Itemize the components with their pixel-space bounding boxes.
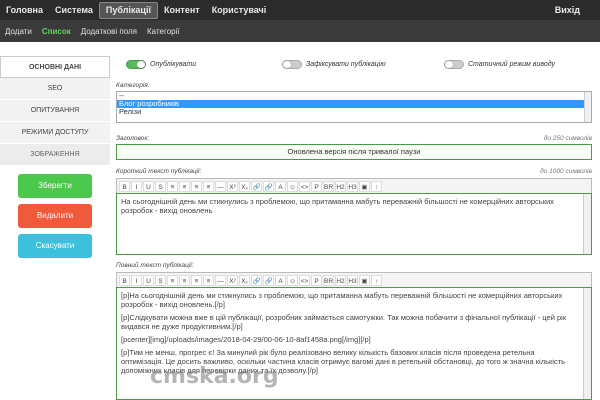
image-icon[interactable]: ▣ xyxy=(359,274,370,286)
short-text-hint: до 1000 символів xyxy=(540,168,592,175)
unlink-icon[interactable]: 🔗 xyxy=(263,180,274,192)
full-text-paragraph: [p]На сьогоднішній день ми стикнулись з … xyxy=(121,291,563,309)
toggle-row: Опублікувати Зафіксувати публікацію Стат… xyxy=(116,60,592,74)
italic-button[interactable]: I xyxy=(131,180,142,192)
hr-button[interactable]: — xyxy=(215,180,226,192)
category-scrollbar[interactable] xyxy=(584,92,591,122)
save-button[interactable]: Зберегти xyxy=(18,174,92,198)
sub-navigation: Додати Список Додаткові поля Категорії xyxy=(0,20,600,42)
title-label: Заголовок: xyxy=(116,135,150,142)
link-icon[interactable]: 🔗 xyxy=(251,180,262,192)
title-input[interactable]: Оновлена версія після тривалої паузи xyxy=(116,144,592,160)
superscript-button[interactable]: X² xyxy=(227,274,238,286)
tab-main-data[interactable]: Основні дані xyxy=(0,56,110,78)
published-toggle[interactable]: Опублікувати xyxy=(126,60,196,69)
link-icon[interactable]: 🔗 xyxy=(251,274,262,286)
align-center-button[interactable]: ≡ xyxy=(179,180,190,192)
full-text-paragraph: [p]Слідкувати можна вже в цій публікації… xyxy=(121,313,567,331)
category-option[interactable]: Релізи xyxy=(117,108,591,116)
subscript-button[interactable]: X₂ xyxy=(239,274,250,286)
bold-button[interactable]: B xyxy=(119,274,130,286)
smiley-icon[interactable]: ☺ xyxy=(287,274,298,286)
strike-button[interactable]: S xyxy=(155,274,166,286)
tab-images[interactable]: Зображення xyxy=(0,144,110,166)
published-switch[interactable] xyxy=(126,60,146,69)
italic-button[interactable]: I xyxy=(131,274,142,286)
subnav-categories[interactable]: Категорії xyxy=(142,27,185,36)
align-left-button[interactable]: ≡ xyxy=(167,274,178,286)
underline-button[interactable]: U xyxy=(143,180,154,192)
subnav-extra-fields[interactable]: Додаткові поля xyxy=(76,27,142,36)
align-center-button[interactable]: ≡ xyxy=(179,274,190,286)
pinned-switch[interactable] xyxy=(282,60,302,69)
cancel-button[interactable]: Скасувати xyxy=(18,234,92,258)
category-label: Категорія: xyxy=(116,82,150,89)
color-button[interactable]: A xyxy=(275,274,286,286)
paragraph-button[interactable]: P xyxy=(311,274,322,286)
short-text-toolbar: B I U S ≡ ≡ ≡ ≡ — X² X₂ 🔗 🔗 A ☺ <> P BR … xyxy=(116,178,592,193)
top-navigation: Головна Система Публікації Контент Корис… xyxy=(0,0,600,20)
unlink-icon[interactable]: 🔗 xyxy=(263,274,274,286)
short-text-editor[interactable]: На сьогоднішній день ми стикнулись з про… xyxy=(116,193,592,255)
short-text-content: На сьогоднішній день ми стикнулись з про… xyxy=(121,197,554,215)
delete-button[interactable]: Видалити xyxy=(18,204,92,228)
nav-users[interactable]: Користувачі xyxy=(206,0,273,20)
upload-icon[interactable]: ↑ xyxy=(371,180,382,192)
nav-content[interactable]: Контент xyxy=(158,0,206,20)
full-text-label: Повний текст публікації: xyxy=(116,262,194,269)
short-text-label: Короткий текст публікації: xyxy=(116,168,202,175)
br-button[interactable]: BR xyxy=(323,180,334,192)
align-right-button[interactable]: ≡ xyxy=(191,180,202,192)
sidebar: Основні дані SEO Опитування Режими досту… xyxy=(0,56,110,166)
superscript-button[interactable]: X² xyxy=(227,180,238,192)
full-text-paragraph: [pcenter][img]/uploads/images/2018-04-29… xyxy=(121,335,371,344)
h2-button[interactable]: H2 xyxy=(335,180,346,192)
static-toggle[interactable]: Статичний режим виводу xyxy=(444,60,555,69)
full-text-scrollbar[interactable] xyxy=(583,288,591,399)
align-left-button[interactable]: ≡ xyxy=(167,180,178,192)
h2-button[interactable]: H2 xyxy=(335,274,346,286)
h3-button[interactable]: H3 xyxy=(347,180,358,192)
tab-access-modes[interactable]: Режими доступу xyxy=(0,122,110,144)
h3-button[interactable]: H3 xyxy=(347,274,358,286)
code-button[interactable]: <> xyxy=(299,180,310,192)
pinned-toggle[interactable]: Зафіксувати публікацію xyxy=(282,60,386,69)
nav-publications[interactable]: Публікації xyxy=(98,1,158,19)
published-label: Опублікувати xyxy=(150,61,197,68)
bold-button[interactable]: B xyxy=(119,180,130,192)
br-button[interactable]: BR xyxy=(323,274,334,286)
subscript-button[interactable]: X₂ xyxy=(239,180,250,192)
image-icon[interactable]: ▣ xyxy=(359,180,370,192)
short-text-scrollbar[interactable] xyxy=(583,194,591,254)
strike-button[interactable]: S xyxy=(155,180,166,192)
smiley-icon[interactable]: ☺ xyxy=(287,180,298,192)
paragraph-button[interactable]: P xyxy=(311,180,322,192)
subnav-list[interactable]: Список xyxy=(37,27,76,36)
watermark-text: cmska.org xyxy=(150,364,279,389)
full-text-toolbar: B I U S ≡ ≡ ≡ ≡ — X² X₂ 🔗 🔗 A ☺ <> P BR … xyxy=(116,272,592,287)
underline-button[interactable]: U xyxy=(143,274,154,286)
subnav-add[interactable]: Додати xyxy=(0,27,37,36)
tab-seo[interactable]: SEO xyxy=(0,78,110,100)
static-switch[interactable] xyxy=(444,60,464,69)
category-option[interactable]: -- xyxy=(117,92,591,100)
upload-icon[interactable]: ↑ xyxy=(371,274,382,286)
tab-polls[interactable]: Опитування xyxy=(0,100,110,122)
exit-link[interactable]: Вихід xyxy=(549,0,586,20)
title-hint: до 250 символів xyxy=(543,135,592,142)
justify-button[interactable]: ≡ xyxy=(203,274,214,286)
static-label: Статичний режим виводу xyxy=(468,61,556,68)
category-select[interactable]: -- Блог розробників Релізи xyxy=(116,91,592,123)
category-option-selected[interactable]: Блог розробників xyxy=(117,100,591,108)
color-button[interactable]: A xyxy=(275,180,286,192)
pinned-label: Зафіксувати публікацію xyxy=(306,61,386,68)
nav-home[interactable]: Головна xyxy=(0,0,49,20)
hr-button[interactable]: — xyxy=(215,274,226,286)
code-button[interactable]: <> xyxy=(299,274,310,286)
nav-system[interactable]: Система xyxy=(49,0,99,20)
align-right-button[interactable]: ≡ xyxy=(191,274,202,286)
justify-button[interactable]: ≡ xyxy=(203,180,214,192)
